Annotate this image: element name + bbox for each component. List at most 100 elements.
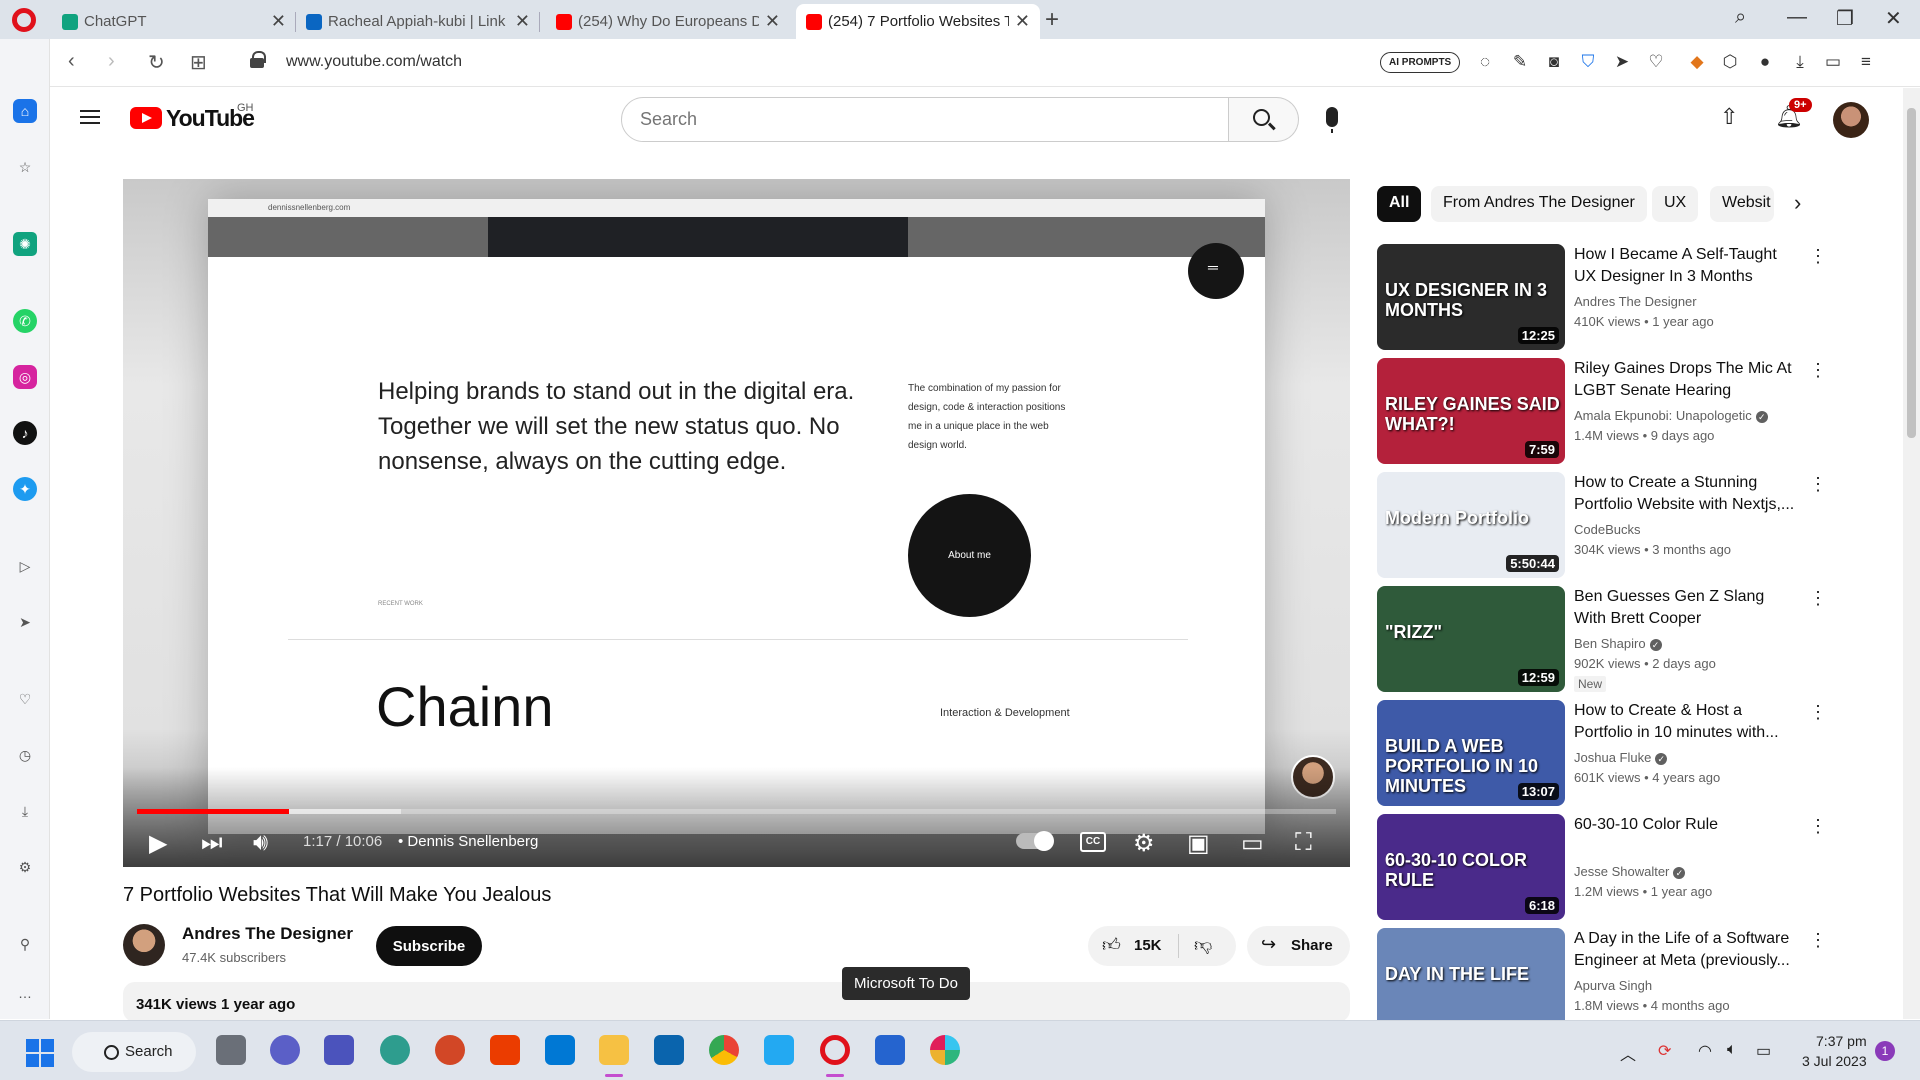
video-thumbnail[interactable]: 60-30-10 COLOR RULE 6:18 <box>1377 814 1565 920</box>
upload-icon[interactable]: ⇧ <box>1720 104 1738 130</box>
miniplayer-icon[interactable]: ▣ <box>1187 829 1210 858</box>
progress-bar[interactable] <box>137 809 1336 814</box>
autoplay-toggle[interactable] <box>1016 831 1054 851</box>
heart-icon[interactable]: ♡ <box>1646 52 1666 72</box>
page-scrollbar[interactable] <box>1903 88 1920 1019</box>
youtube-logo-icon[interactable] <box>130 107 162 129</box>
related-video-title[interactable]: How I Became A Self-Taught UX Designer I… <box>1574 244 1799 288</box>
chat-icon[interactable]: ◌ <box>1475 52 1495 72</box>
tab-youtube-europeans[interactable]: (254) Why Do Europeans D ✕ <box>546 4 790 39</box>
chevron-right-icon[interactable]: › <box>1794 190 1801 216</box>
tab-linkedin[interactable]: Racheal Appiah-kubi | Link ✕ <box>296 4 540 39</box>
fullscreen-icon[interactable]: ⛶ <box>1295 829 1312 857</box>
edge-icon[interactable] <box>380 1035 410 1065</box>
metamask-icon[interactable]: ◆ <box>1687 52 1707 72</box>
related-video-item[interactable]: RILEY GAINES SAID WHAT?! 7:59 Riley Gaines… <box>1377 358 1827 464</box>
microsoft-todo-icon[interactable] <box>875 1035 905 1065</box>
whatsapp-icon[interactable]: ✆ <box>13 309 37 333</box>
settings-icon[interactable]: ⚙ <box>1133 829 1155 858</box>
cube-icon[interactable]: ⬡ <box>1720 52 1740 72</box>
slack-icon[interactable] <box>930 1035 960 1065</box>
captions-icon[interactable]: CC <box>1080 832 1106 852</box>
subscribe-button[interactable]: Subscribe <box>376 926 482 966</box>
opera-taskbar-icon[interactable] <box>820 1035 850 1065</box>
teams-icon[interactable] <box>324 1035 354 1065</box>
video-player[interactable]: dennissnellenberg.com Helping brands to … <box>123 179 1350 867</box>
powerpoint-icon[interactable] <box>435 1035 465 1065</box>
related-channel-name[interactable]: Jesse Showalter ✓ <box>1574 864 1686 879</box>
favorites-icon[interactable]: ♡ <box>13 687 37 711</box>
related-video-title[interactable]: 60-30-10 Color Rule <box>1574 814 1799 836</box>
more-options-icon[interactable]: ⋮ <box>1809 816 1827 837</box>
channel-name[interactable]: Andres The Designer <box>182 924 353 944</box>
settings-icon[interactable]: ⚙ <box>13 855 37 879</box>
new-tab-button[interactable]: + <box>1045 6 1059 34</box>
player-icon[interactable]: ▷ <box>13 554 37 578</box>
more-options-icon[interactable]: ⋮ <box>1809 360 1827 381</box>
video-thumbnail[interactable]: BUILD A WEB PORTFOLIO IN 10 MINUTES 13:07 <box>1377 700 1565 806</box>
battery-icon[interactable]: ▭ <box>1756 1041 1771 1061</box>
volume-icon[interactable]: 🔊︎ <box>253 829 268 857</box>
send-icon[interactable]: ➤ <box>1612 52 1632 72</box>
chevron-up-icon[interactable]: ︿ <box>1620 1041 1636 1065</box>
search-button[interactable] <box>1229 97 1299 142</box>
close-tab-icon[interactable]: ✕ <box>765 11 780 32</box>
outlook-icon[interactable] <box>654 1035 684 1065</box>
related-video-title[interactable]: A Day in the Life of a Software Engineer… <box>1574 928 1799 972</box>
twitter-icon[interactable]: ✦ <box>13 477 37 501</box>
mail-icon[interactable] <box>545 1035 575 1065</box>
channel-avatar[interactable] <box>123 924 165 966</box>
chip-ux[interactable]: UX <box>1652 186 1699 222</box>
instagram-icon[interactable]: ◎ <box>13 365 37 389</box>
related-video-item[interactable]: 60-30-10 COLOR RULE 6:18 60-30-10 Color Ru… <box>1377 814 1827 920</box>
thumbs-up-icon[interactable]: 👍︎ <box>1102 934 1121 956</box>
url-field[interactable]: www.youtube.com/watch <box>286 53 462 71</box>
lock-icon[interactable] <box>250 51 266 69</box>
related-video-item[interactable]: Modern Portfolio 5:50:44 How to Create a S… <box>1377 472 1827 578</box>
more-options-icon[interactable]: ⋮ <box>1809 702 1827 723</box>
share-button[interactable]: ↪ Share <box>1247 926 1350 966</box>
send-icon[interactable]: ➤ <box>13 610 37 634</box>
related-video-title[interactable]: How to Create & Host a Portfolio in 10 m… <box>1574 700 1799 744</box>
tips-icon[interactable]: ⚲ <box>13 932 37 956</box>
related-video-item[interactable]: BUILD A WEB PORTFOLIO IN 10 MINUTES 13:07… <box>1377 700 1827 806</box>
related-channel-name[interactable]: Apurva Singh <box>1574 978 1652 993</box>
thumbs-down-icon[interactable]: 👎︎ <box>1194 934 1212 956</box>
related-channel-name[interactable]: Andres The Designer <box>1574 294 1697 309</box>
taskbar-clock[interactable]: 7:37 pm 3 Jul 2023 <box>1802 1031 1867 1071</box>
related-video-item[interactable]: DAY IN THE LIFE A Day in the Life of a So… <box>1377 928 1827 1034</box>
reload-icon[interactable]: ↻ <box>148 50 165 75</box>
more-options-icon[interactable]: ⋮ <box>1809 474 1827 495</box>
video-thumbnail[interactable]: RILEY GAINES SAID WHAT?! 7:59 <box>1377 358 1565 464</box>
close-tab-icon[interactable]: ✕ <box>271 11 286 32</box>
video-thumbnail[interactable]: Modern Portfolio 5:50:44 <box>1377 472 1565 578</box>
pinboard-icon[interactable]: ☆ <box>13 155 37 179</box>
chip-all[interactable]: All <box>1377 186 1422 222</box>
history-icon[interactable]: ◷ <box>13 743 37 767</box>
home-icon[interactable]: ⌂ <box>13 99 37 123</box>
close-window-button[interactable]: ✕ <box>1885 6 1902 31</box>
theater-mode-icon[interactable]: ▭ <box>1241 829 1264 858</box>
related-video-title[interactable]: Riley Gaines Drops The Mic At LGBT Senat… <box>1574 358 1799 402</box>
description-box[interactable]: 341K views 1 year ago <box>123 982 1350 1022</box>
related-channel-name[interactable]: CodeBucks <box>1574 522 1640 537</box>
forward-icon[interactable]: › <box>108 50 115 73</box>
vscode-icon[interactable] <box>764 1035 794 1065</box>
more-icon[interactable]: … <box>13 981 37 1005</box>
sync-icon[interactable]: ⟳ <box>1658 1041 1671 1061</box>
related-video-item[interactable]: "RIZZ" 12:59 Ben Guesses Gen Z Slang With … <box>1377 586 1827 692</box>
opera-logo-icon[interactable] <box>12 8 36 32</box>
related-channel-name[interactable]: Amala Ekpunobi: Unapologetic ✓ <box>1574 408 1768 423</box>
speaker-icon[interactable]: 🔈︎ <box>1727 1041 1737 1059</box>
office-icon[interactable] <box>490 1035 520 1065</box>
voice-search-icon[interactable] <box>1326 107 1338 133</box>
taskbar-search[interactable]: Search <box>72 1032 196 1072</box>
wifi-icon[interactable]: ◠ <box>1698 1041 1712 1061</box>
related-video-title[interactable]: Ben Guesses Gen Z Slang With Brett Coope… <box>1574 586 1799 630</box>
like-count[interactable]: 15K <box>1134 937 1162 954</box>
close-tab-icon[interactable]: ✕ <box>515 11 530 32</box>
ai-prompts-button[interactable]: AI PROMPTS <box>1380 52 1461 73</box>
tab-grid-icon[interactable]: ⊞ <box>190 50 207 75</box>
battery-saver-icon[interactable]: ▭ <box>1823 52 1843 72</box>
scrollbar-thumb[interactable] <box>1907 108 1916 438</box>
